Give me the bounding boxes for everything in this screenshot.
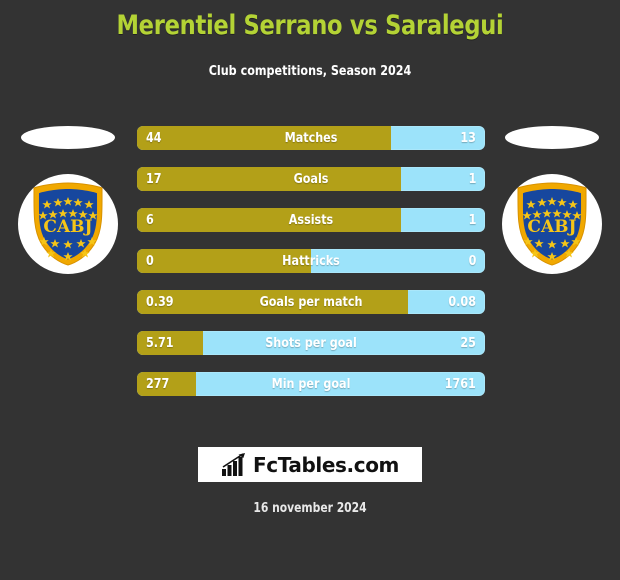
stat-row: 0.39 Goals per match 0.08: [137, 290, 485, 314]
stat-rows-container: 44 Matches 13 17 Goals 1 6 Assists 1 0 Hattricks 0 0…: [137, 126, 485, 413]
stat-label: Goals per match: [259, 294, 363, 310]
stat-away-value: 1: [468, 171, 476, 187]
stat-label: Matches: [284, 130, 338, 146]
away-team-crest: CABJ: [502, 174, 602, 274]
stat-away-value: 0.08: [448, 294, 476, 310]
stat-away-value: 25: [460, 335, 476, 351]
stat-row: 5.71 Shots per goal 25: [137, 331, 485, 355]
stat-row: 44 Matches 13: [137, 126, 485, 150]
home-team-crest: CABJ: [18, 174, 118, 274]
stat-row: 277 Min per goal 1761: [137, 372, 485, 396]
stat-away-value: 1: [468, 212, 476, 228]
stat-label: Hattricks: [282, 253, 340, 269]
stat-label: Min per goal: [271, 376, 351, 392]
fctables-logo[interactable]: FcTables.com: [198, 447, 422, 482]
away-team-crest-block: CABJ: [492, 120, 612, 280]
stat-away-value: 13: [460, 130, 476, 146]
home-crest-highlight-ellipse: [21, 126, 115, 149]
cabj-shield-icon: CABJ: [517, 182, 587, 266]
stat-row: 17 Goals 1: [137, 167, 485, 191]
home-crest-initials: CABJ: [43, 217, 92, 237]
stat-label: Goals: [293, 171, 329, 187]
stat-comparison-page: { "header": { "title": "Merentiel Serran…: [0, 0, 620, 580]
footer-date: 16 november 2024: [253, 501, 367, 516]
page-subtitle: Club competitions, Season 2024: [208, 63, 412, 79]
home-team-crest-block: CABJ: [8, 120, 128, 280]
bar-chart-growth-icon: [222, 452, 246, 476]
stat-label: Shots per goal: [265, 335, 357, 351]
page-title: Merentiel Serrano vs Saralegui: [116, 10, 504, 41]
away-crest-highlight-ellipse: [505, 126, 599, 149]
stat-label: Assists: [288, 212, 334, 228]
fctables-logo-text: FcTables.com: [253, 452, 399, 477]
away-crest-initials: CABJ: [527, 217, 576, 237]
stat-away-value: 0: [468, 253, 476, 269]
cabj-shield-icon: CABJ: [33, 182, 103, 266]
stat-row: 0 Hattricks 0: [137, 249, 485, 273]
stat-row: 6 Assists 1: [137, 208, 485, 232]
stat-away-value: 1761: [444, 376, 476, 392]
